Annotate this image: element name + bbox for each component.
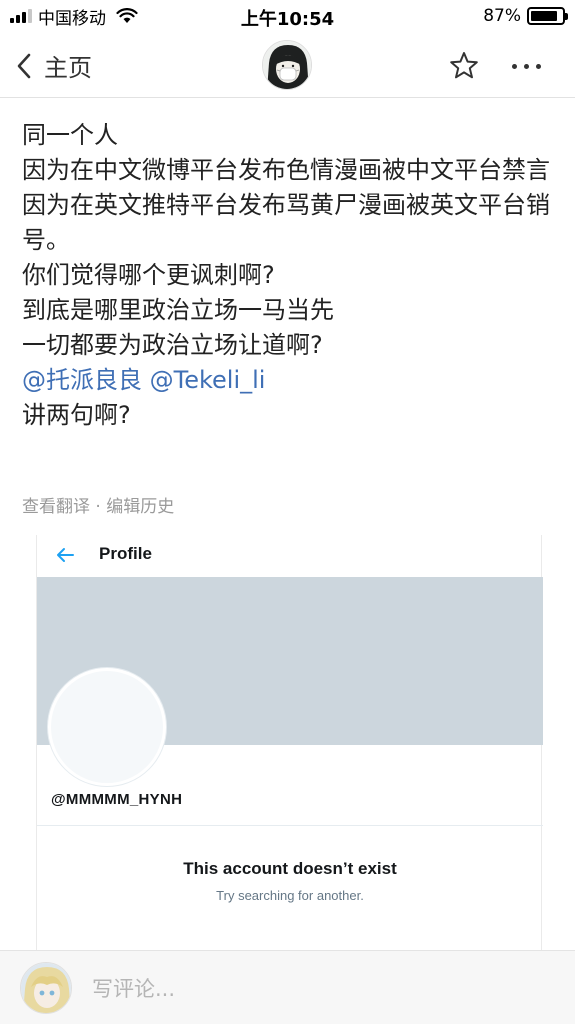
translate-link[interactable]: 查看翻译 [22, 497, 90, 517]
account-missing-message: This account doesn’t exist [183, 859, 397, 878]
more-icon-dot [523, 63, 529, 69]
back-arrow-icon [17, 53, 31, 78]
post-line: 到底是哪里政治立场一马当先 [22, 296, 334, 324]
embed-header: Profile [37, 535, 543, 577]
embed-title: Profile [99, 544, 152, 563]
account-missing-hint: Try searching for another. [216, 888, 364, 903]
back-button[interactable]: 主页 [16, 48, 92, 83]
post-body: 同一个人 因为在中文微博平台发布色情漫画被中文平台禁言 因为在英文推特平台发布骂… [22, 118, 557, 433]
status-bar: 中国移动 上午10:54 87% [0, 0, 575, 34]
mentions-line: @托派良良 @Tekeli_li [22, 363, 557, 398]
edit-history-link[interactable]: 编辑历史 [106, 497, 174, 517]
post-line: 因为在中文微博平台发布色情漫画被中文平台禁言 [22, 156, 550, 184]
post-line: 讲两句啊? [22, 401, 131, 429]
user-avatar-illustration [21, 963, 71, 1013]
post-line: 同一个人 [22, 121, 118, 149]
nav-bar: 主页 [0, 34, 575, 98]
embed-back-arrow-icon [57, 548, 74, 562]
avatar-illustration [263, 41, 311, 89]
more-icon [511, 63, 517, 69]
mention-link[interactable]: @托派良良 [22, 366, 142, 394]
post-line: 因为在英文推特平台发布骂黄尸漫画被英文平台销号。 [22, 191, 550, 254]
divider [37, 825, 543, 826]
author-avatar[interactable] [262, 40, 312, 90]
post-meta: 查看翻译 · 编辑历史 [22, 492, 174, 517]
user-avatar[interactable] [20, 962, 72, 1014]
battery-fill [531, 11, 558, 21]
more-button[interactable] [506, 50, 546, 82]
post-line: 你们觉得哪个更讽刺啊? [22, 261, 275, 289]
battery-icon [527, 7, 568, 25]
mention-link[interactable]: @Tekeli_li [150, 366, 266, 394]
meta-separator: · [95, 497, 101, 517]
battery-percent: 87% [483, 6, 521, 26]
post-line: 一切都要为政治立场让道啊? [22, 331, 323, 359]
more-icon-dot [535, 63, 541, 69]
favorite-button[interactable] [448, 50, 480, 82]
comment-bar: 写评论... [0, 950, 575, 1024]
star-icon [450, 52, 478, 79]
comment-input[interactable]: 写评论... [92, 973, 175, 1003]
embedded-image[interactable]: Profile @MMMMM_HYNH This account doesn’t… [36, 535, 543, 950]
back-label: 主页 [44, 54, 92, 82]
profile-avatar-placeholder [48, 668, 166, 786]
status-right: 87% [483, 6, 568, 26]
profile-handle: @MMMMM_HYNH [51, 791, 183, 808]
